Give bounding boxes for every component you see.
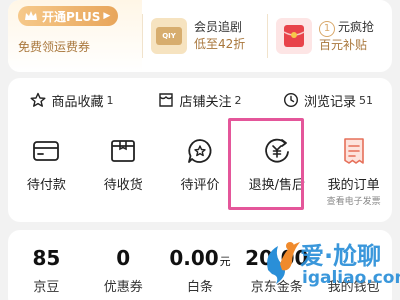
flash-promo-desc: 百元补贴 [319, 37, 368, 52]
plus-promo[interactable]: 开通PLUS ▶ 免费领运费券 [8, 0, 142, 72]
stat-label: 商品收藏 [51, 94, 104, 110]
stat-favorites[interactable]: 商品收藏 1 [8, 91, 136, 110]
yen-refund-icon [264, 138, 289, 163]
stat-history[interactable]: 浏览记录 51 [264, 91, 392, 110]
orders-card: 商品收藏 1 店铺关注 2 浏览记录 51 待付款 待收货 待评价 退换/售后 … [8, 78, 392, 222]
member-promo-title: 会员追剧 [194, 20, 243, 34]
wallet-coupons[interactable]: 0 优惠券 [85, 246, 162, 300]
wallet-label: 京豆 [33, 280, 60, 295]
stat-label: 浏览记录 [303, 94, 356, 110]
wallet-jintiao[interactable]: 20.00 京东金条 [238, 246, 315, 300]
wallet-label: 我的钱包 [327, 280, 380, 295]
chevron-right-icon: ▶ [103, 11, 111, 21]
wallet-label: 京东金条 [250, 280, 303, 295]
wallet-unit: 元 [219, 255, 231, 268]
order-label: 待付款 [26, 178, 66, 193]
wallet-value: 0 [116, 246, 131, 270]
order-label: 待评价 [180, 178, 220, 193]
shop-icon [159, 93, 174, 107]
stat-following[interactable]: 店铺关注 2 [136, 91, 264, 110]
member-promo-desc: 低至42折 [194, 37, 246, 51]
member-promo[interactable]: QIY 会员追剧 低至42折 [143, 0, 267, 72]
order-refund-aftersales[interactable]: 退换/售后 [238, 130, 315, 207]
plus-subtitle: 免费领运费券 [18, 40, 91, 54]
flash-promo-tag: 1 [319, 20, 335, 37]
promo-card: 开通PLUS ▶ 免费领运费券 QIY 会员追剧 低至42折 1 元疯抢 百元补贴 [8, 0, 392, 72]
wallet-value: 20.00 [245, 246, 309, 270]
order-all-orders[interactable]: 我的订单 查看电子发票 [315, 130, 392, 207]
order-label: 待收货 [103, 178, 143, 193]
member-thumb-text: QIY [156, 27, 182, 45]
card-icon [33, 141, 60, 161]
flash-promo-title: 元疯抢 [338, 19, 375, 34]
order-shortcuts: 待付款 待收货 待评价 退换/售后 我的订单 查看电子发票 [8, 130, 392, 207]
stat-count: 2 [234, 93, 242, 107]
comment-icon [188, 139, 212, 163]
order-label: 退换/售后 [248, 178, 305, 193]
box-icon [111, 140, 136, 162]
member-card-icon: QIY [151, 18, 187, 54]
wallet-jingdou[interactable]: 85 京豆 [8, 246, 85, 300]
flash-promo[interactable]: 1 元疯抢 百元补贴 [268, 0, 392, 72]
crown-icon [25, 11, 37, 20]
receipt-icon [343, 138, 364, 164]
wallet-my-wallet[interactable]: 我的钱包 [315, 246, 392, 300]
stat-count: 1 [106, 93, 114, 107]
order-pending-review[interactable]: 待评价 [162, 130, 239, 207]
plus-badge[interactable]: 开通PLUS ▶ [18, 6, 119, 26]
order-label: 我的订单 [327, 178, 380, 193]
order-pending-payment[interactable]: 待付款 [8, 130, 85, 207]
wallet-value: 85 [32, 246, 61, 270]
order-pending-receipt[interactable]: 待收货 [85, 130, 162, 207]
stats-row: 商品收藏 1 店铺关注 2 浏览记录 51 [8, 78, 392, 122]
wallet-label: 优惠券 [103, 280, 143, 295]
wallet-value: 0.00 [169, 246, 219, 270]
stat-count: 51 [359, 93, 373, 107]
wallet-label: 白条 [186, 280, 213, 295]
red-envelope-icon [276, 18, 312, 54]
clock-icon [283, 92, 298, 108]
stat-label: 店铺关注 [179, 94, 232, 110]
wallet-card: 85 京豆 0 优惠券 0.00元 白条 20.00 京东金条 我的钱包 [8, 230, 392, 300]
wallet-baitiao[interactable]: 0.00元 白条 [162, 246, 239, 300]
order-sub-label: 查看电子发票 [326, 197, 381, 207]
star-icon [30, 92, 46, 107]
plus-badge-label: 开通PLUS [42, 9, 101, 24]
